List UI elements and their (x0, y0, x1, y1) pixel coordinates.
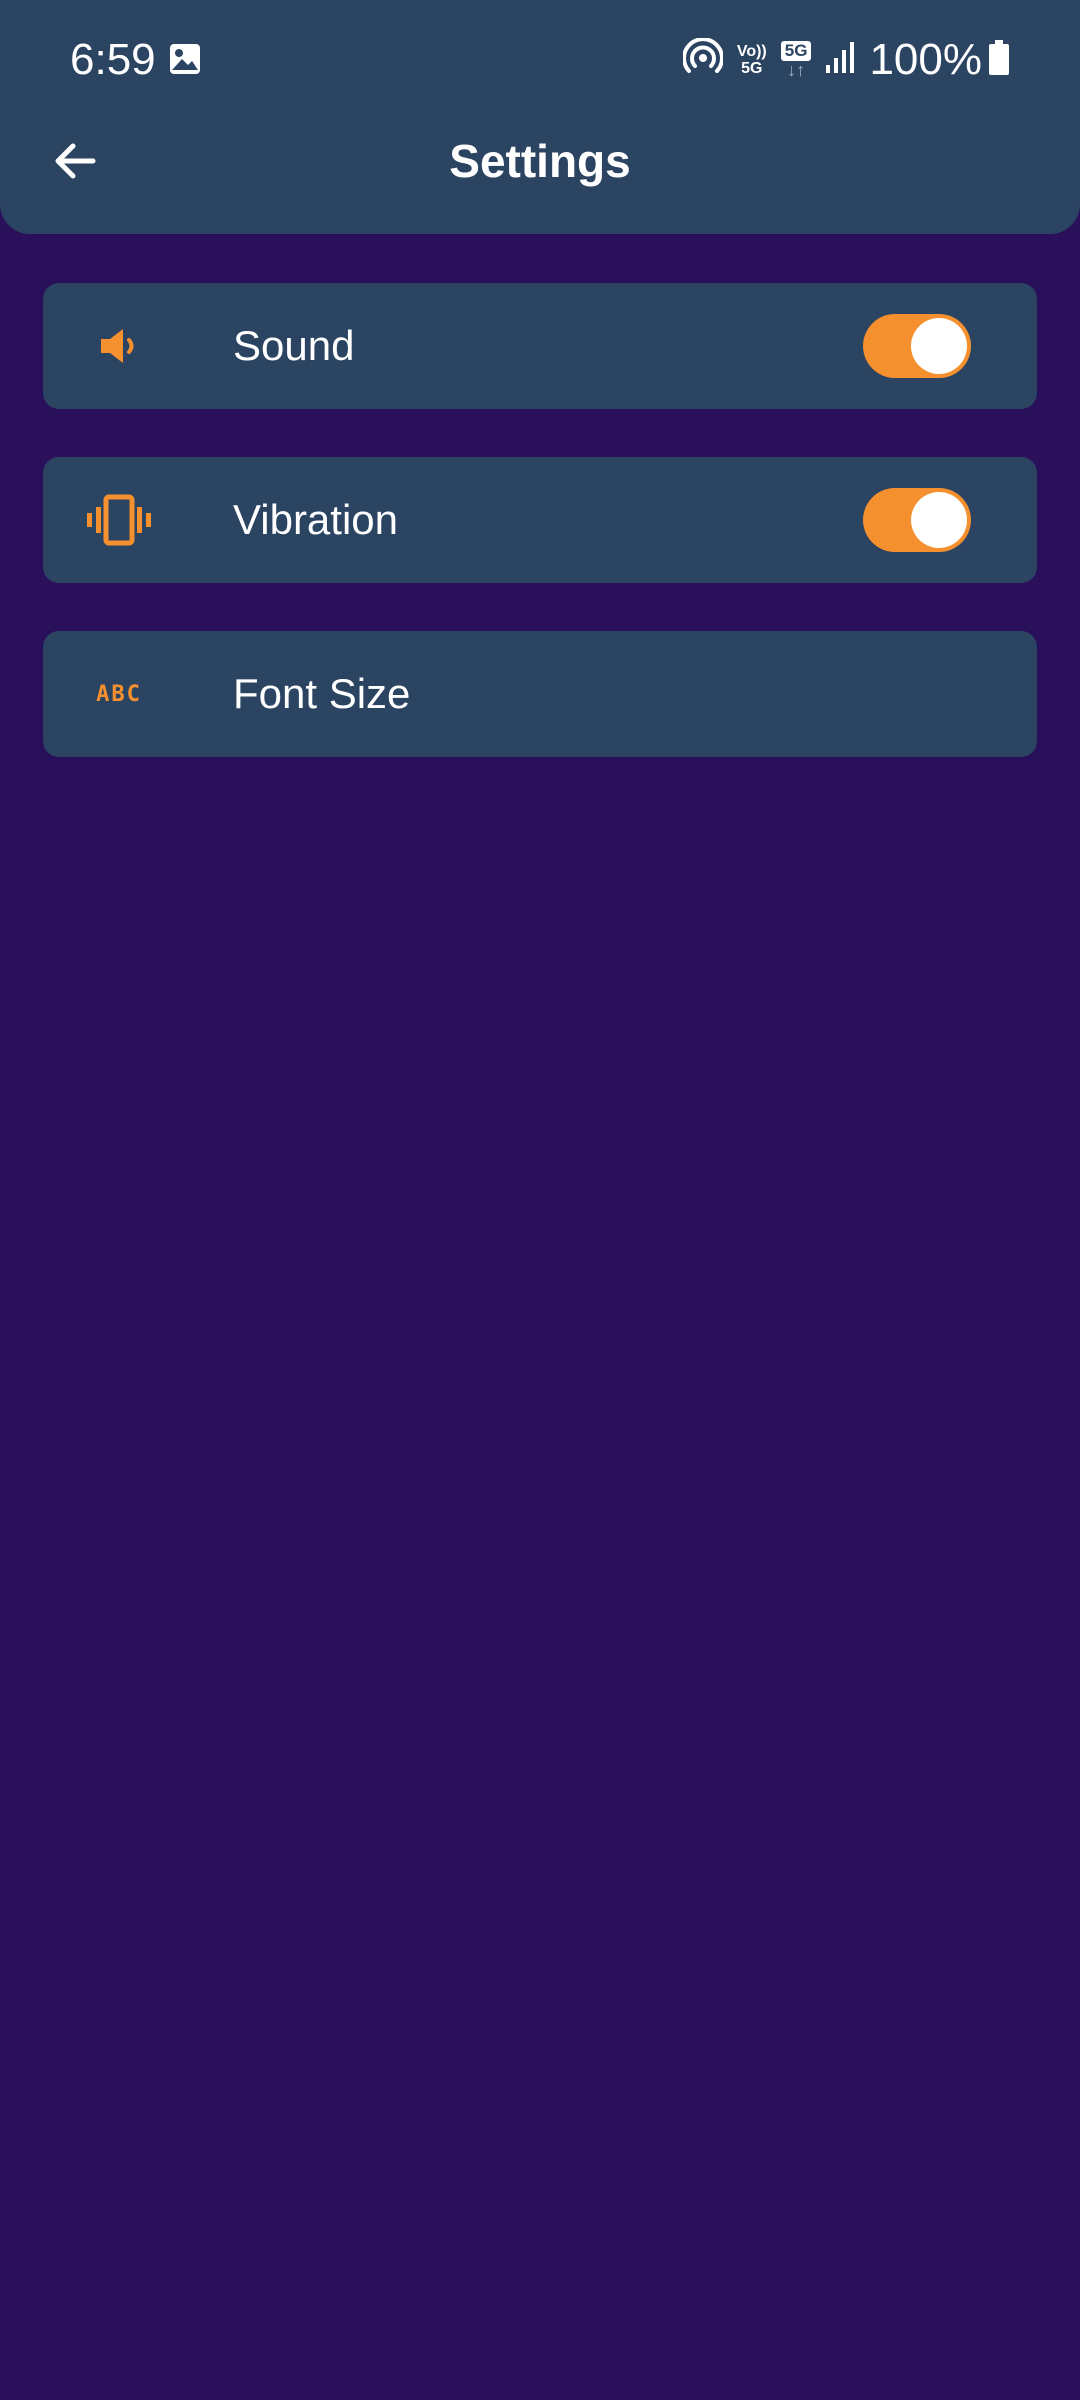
setting-row-sound[interactable]: Sound (43, 283, 1037, 409)
volte-label-bottom: 5G (741, 60, 763, 77)
status-icons: Vo)) 5G 5G ↓↑ 100% (669, 30, 1010, 90)
setting-label-sound: Sound (233, 322, 355, 369)
volte-label-top: Vo)) (736, 43, 767, 60)
setting-label-vibration: Vibration (233, 496, 399, 543)
setting-row-font-size[interactable]: ABC Font Size (43, 631, 1037, 757)
speaker-icon (79, 283, 159, 409)
abc-icon-text: ABC (96, 681, 142, 707)
vibration-toggle[interactable] (863, 488, 971, 552)
5g-icon: 5G ↓↑ (780, 41, 812, 80)
volte-icon: Vo)) 5G (737, 43, 767, 77)
status-time: 6:59 (70, 35, 156, 84)
back-button[interactable] (40, 120, 110, 202)
app-bar: Settings (0, 120, 1080, 202)
hotspot-icon (681, 36, 724, 83)
vibration-icon (79, 457, 159, 583)
gallery-icon (168, 42, 202, 76)
battery-icon (988, 39, 1010, 81)
battery-percent: 100% (869, 35, 982, 84)
sound-toggle[interactable] (863, 314, 971, 378)
data-arrows: ↓↑ (787, 60, 806, 80)
setting-label-font-size: Font Size (233, 670, 411, 717)
sound-toggle-knob (911, 318, 967, 374)
abc-icon: ABC (79, 631, 159, 757)
settings-list: Sound Vibration ABC Font Size (43, 283, 1037, 805)
signal-icon (825, 41, 855, 80)
vibration-toggle-knob (911, 492, 967, 548)
page-title: Settings (449, 135, 631, 187)
5g-badge: 5G (780, 41, 812, 61)
arrow-left-icon (55, 143, 96, 179)
status-bar: 6:59 Vo)) 5G 5G ↓↑ 100% (0, 0, 1080, 120)
setting-row-vibration[interactable]: Vibration (43, 457, 1037, 583)
